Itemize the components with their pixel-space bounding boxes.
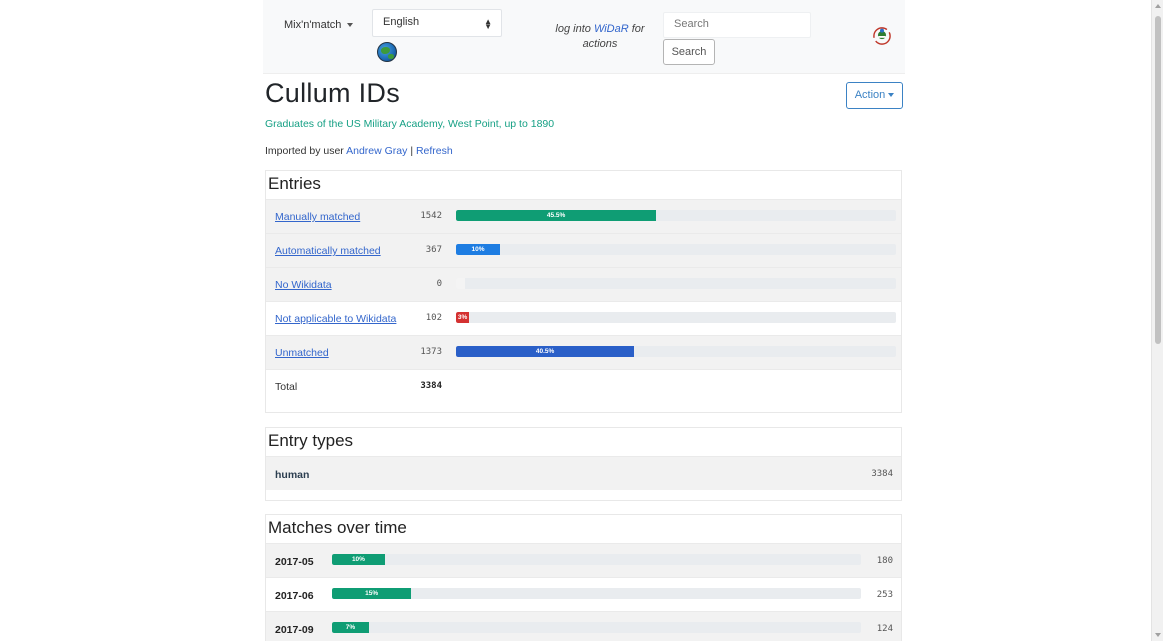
progress-track: 3% (456, 312, 896, 323)
entry-count: 0 (436, 279, 442, 289)
entry-status-link[interactable]: Unmatched (275, 347, 329, 359)
entries-title: Entries (268, 174, 321, 193)
chevron-down-icon (888, 93, 895, 98)
entries-row: Unmatched 1373 40.5% (266, 335, 901, 369)
progress-track: 15% (332, 588, 861, 599)
progress-track: 10% (332, 554, 861, 565)
progress-track: 40.5% (456, 346, 896, 357)
month-label: 2017-06 (275, 590, 314, 602)
language-select[interactable]: English ▲ ▼ (372, 9, 502, 37)
search-input[interactable]: Search (663, 12, 811, 38)
language-selected: English (383, 16, 420, 28)
month-count: 253 (876, 590, 893, 600)
entry-type-label: human (275, 469, 310, 481)
action-dropdown-button[interactable]: Action (846, 82, 903, 109)
entries-row: Manually matched 1542 45.5% (266, 199, 901, 233)
entries-row: No Wikidata 0 (266, 267, 901, 301)
page-scrollbar[interactable] (1151, 0, 1163, 641)
user-link[interactable]: Andrew Gray (346, 145, 407, 157)
select-updown-icon: ▲ ▼ (484, 17, 492, 31)
progress-track: 45.5% (456, 210, 896, 221)
month-count: 124 (876, 624, 893, 634)
progress-track: 10% (456, 244, 896, 255)
progress-track: 7% (332, 622, 861, 633)
imported-by-line: Imported by user Andrew Gray | Refresh (265, 145, 453, 157)
progress-bar: 40.5% (456, 346, 635, 357)
login-message: log into WiDaR for actions (555, 23, 645, 50)
progress-bar (456, 278, 465, 289)
entries-row: Automatically matched 367 10% (266, 233, 901, 267)
catalog-title: Cullum IDs (265, 78, 401, 108)
entry-count: 367 (425, 245, 442, 255)
entry-type-count: 3384 (871, 469, 893, 479)
catalog-description: Graduates of the US Military Academy, We… (265, 118, 555, 130)
scroll-down-arrow-icon[interactable] (1155, 633, 1161, 637)
action-label: Action (854, 89, 886, 101)
brand-menu[interactable]: Mix'n'match (284, 19, 354, 31)
matches-row: 2017-05 10% 180 (266, 543, 901, 577)
widar-login-link[interactable]: WiDaR (594, 23, 629, 35)
matches-card: Matches over time 2017-05 10% 180 2017-06 15… (265, 514, 902, 641)
entry-type-row: human 3384 (266, 456, 901, 490)
chevron-down-icon (347, 23, 354, 28)
progress-bar: 15% (332, 588, 412, 599)
scrollbar-thumb[interactable] (1155, 16, 1161, 344)
refresh-link[interactable]: Refresh (416, 145, 453, 157)
progress-bar: 10% (456, 244, 500, 255)
entries-row: Not applicable to Wikidata 102 3% (266, 301, 901, 335)
entry-count: 1373 (420, 347, 442, 357)
brand-label: Mix'n'match (284, 19, 342, 31)
entry-count: 1542 (420, 211, 442, 221)
progress-bar: 7% (332, 622, 370, 633)
progress-track (456, 278, 896, 289)
top-navbar: Mix'n'match English ▲ ▼ log into WiDaR fo… (263, 0, 905, 74)
month-count: 180 (876, 556, 893, 566)
entry-status-link[interactable]: No Wikidata (275, 279, 332, 291)
entry-status-link[interactable]: Not applicable to Wikidata (275, 313, 396, 325)
entry-count: 102 (425, 313, 442, 323)
month-label: 2017-05 (275, 556, 314, 568)
total-count: 3384 (420, 381, 442, 391)
progress-bar: 3% (456, 312, 470, 323)
progress-bar: 10% (332, 554, 385, 565)
entry-status-link[interactable]: Automatically matched (275, 245, 381, 257)
entry-status-link[interactable]: Manually matched (275, 211, 360, 223)
progress-bar: 45.5% (456, 210, 657, 221)
entry-types-title: Entry types (268, 431, 354, 450)
search-placeholder: Search (674, 18, 709, 30)
search-button[interactable]: Search (663, 39, 715, 65)
scroll-up-arrow-icon[interactable] (1155, 4, 1161, 8)
matches-row: 2017-09 7% 124 (266, 611, 901, 641)
main-container: Mix'n'match English ▲ ▼ log into WiDaR fo… (263, 0, 905, 641)
total-label: Total (275, 381, 298, 393)
entries-card: Entries Manually matched 1542 45.5% Automat… (265, 170, 902, 413)
matches-row: 2017-06 15% 253 (266, 577, 901, 611)
matches-title: Matches over time (268, 518, 407, 537)
entry-types-card: Entry types human 3384 (265, 427, 902, 501)
entries-total-row: Total 3384 (266, 369, 901, 403)
wikimedia-logo-icon[interactable] (873, 27, 891, 45)
month-label: 2017-09 (275, 624, 314, 636)
globe-icon[interactable] (377, 42, 397, 62)
